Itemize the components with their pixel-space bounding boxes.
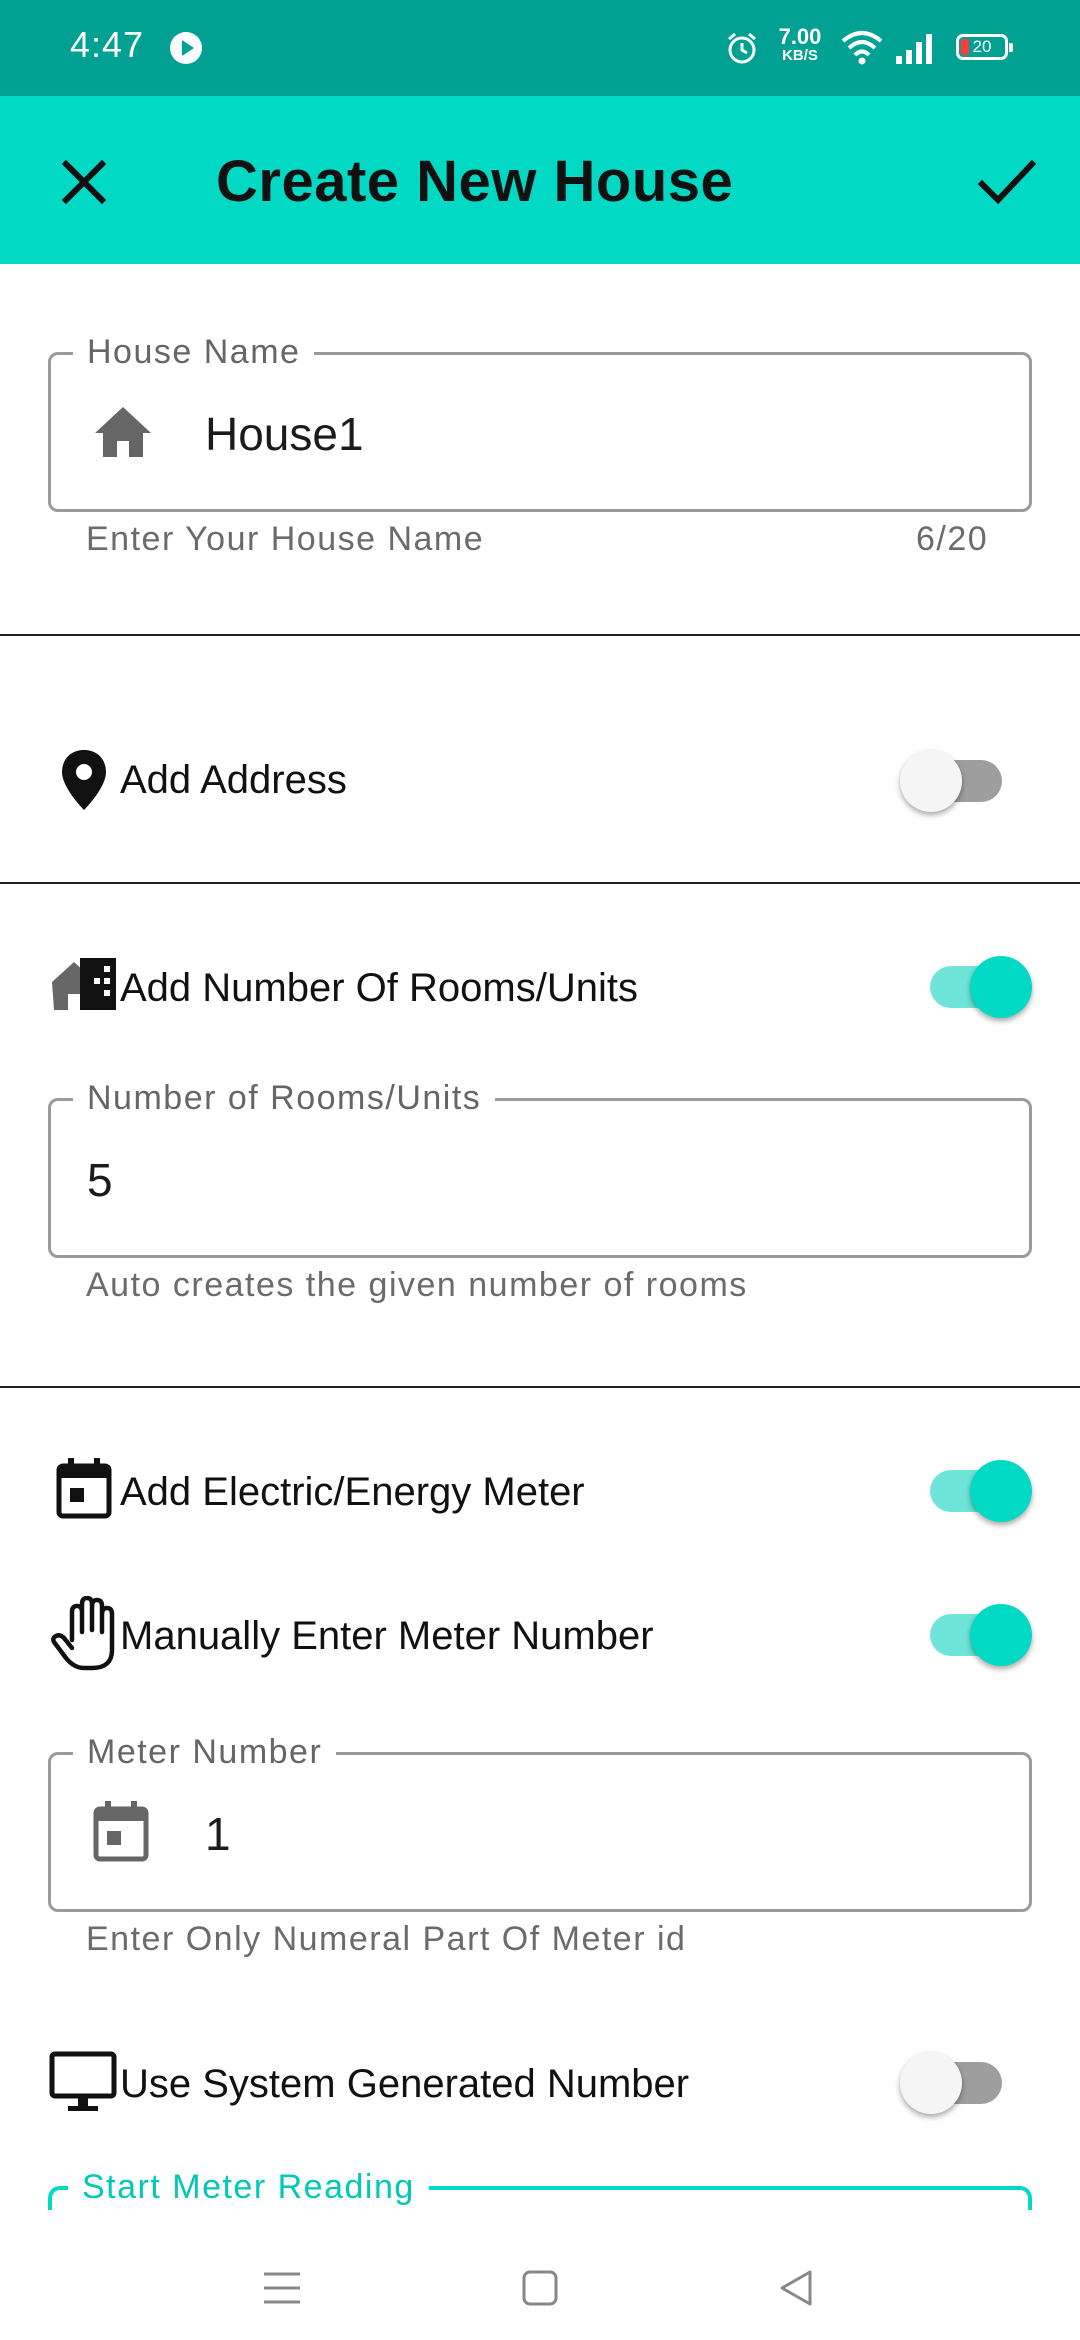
location-pin-icon	[62, 750, 106, 810]
calendar-icon	[93, 1801, 149, 1862]
system-number-label: Use System Generated Number	[120, 2062, 690, 2106]
network-speed-value: 7.00	[778, 24, 822, 49]
rooms-count-label: Number of Rooms/Units	[73, 1075, 496, 1121]
toggle-thumb	[970, 1460, 1032, 1522]
close-button[interactable]	[44, 142, 124, 222]
monitor-icon	[49, 2051, 117, 2111]
calendar-icon	[56, 1458, 112, 1519]
network-speed-unit: KB/S	[782, 47, 818, 64]
add-meter-toggle[interactable]	[926, 1460, 1032, 1522]
confirm-button[interactable]	[966, 142, 1046, 222]
manual-meter-label: Manually Enter Meter Number	[120, 1614, 654, 1658]
house-name-input[interactable]: House1	[205, 407, 364, 461]
home-icon	[95, 407, 151, 457]
add-address-label: Add Address	[120, 758, 347, 802]
building-icon	[52, 958, 116, 1010]
toggle-thumb	[970, 1604, 1032, 1666]
rooms-count-input[interactable]: 5	[87, 1153, 113, 1207]
system-number-toggle[interactable]	[900, 2052, 1006, 2114]
status-time: 4:47	[70, 24, 145, 65]
signal-icon	[896, 34, 932, 64]
add-rooms-label: Add Number Of Rooms/Units	[120, 966, 638, 1010]
network-speed: 7.00 KB/S	[776, 24, 824, 64]
status-bar: 4:47 7.00 KB/S 20	[0, 0, 1080, 96]
toggle-thumb	[900, 750, 962, 812]
divider	[0, 634, 1080, 636]
home-button-icon[interactable]	[520, 2268, 560, 2308]
battery-icon: 20	[956, 34, 1013, 60]
house-name-helper: Enter Your House Name	[86, 520, 485, 558]
back-icon[interactable]	[776, 2268, 816, 2308]
hand-icon	[51, 1596, 115, 1671]
rooms-count-field[interactable]: Number of Rooms/Units 5	[48, 1075, 1032, 1258]
house-name-label: House Name	[73, 329, 315, 375]
close-icon	[61, 159, 107, 205]
meter-number-label: Meter Number	[73, 1729, 337, 1775]
app-bar: Create New House	[0, 96, 1080, 264]
alarm-icon	[728, 32, 756, 64]
start-meter-reading-label: Start Meter Reading	[68, 2164, 429, 2210]
house-name-field[interactable]: House Name House1	[48, 329, 1032, 512]
rooms-count-helper: Auto creates the given number of rooms	[86, 1266, 748, 1304]
menu-icon[interactable]	[260, 2270, 304, 2306]
add-address-toggle[interactable]	[900, 750, 1006, 812]
meter-number-input[interactable]: 1	[205, 1807, 231, 1861]
toggle-thumb	[970, 956, 1032, 1018]
manual-meter-toggle[interactable]	[926, 1604, 1032, 1666]
media-play-icon	[170, 32, 202, 64]
check-icon	[977, 159, 1037, 205]
page-title: Create New House	[216, 149, 734, 214]
house-name-counter: 6/20	[916, 520, 989, 558]
navigation-bar	[0, 2210, 1080, 2340]
divider	[0, 882, 1080, 884]
meter-number-helper: Enter Only Numeral Part Of Meter id	[86, 1920, 687, 1958]
toggle-thumb	[900, 2052, 962, 2114]
meter-number-field[interactable]: Meter Number 1	[48, 1729, 1032, 1912]
wifi-icon	[841, 31, 883, 65]
divider	[0, 1386, 1080, 1388]
add-meter-label: Add Electric/Energy Meter	[120, 1470, 585, 1514]
add-rooms-toggle[interactable]	[926, 956, 1032, 1018]
